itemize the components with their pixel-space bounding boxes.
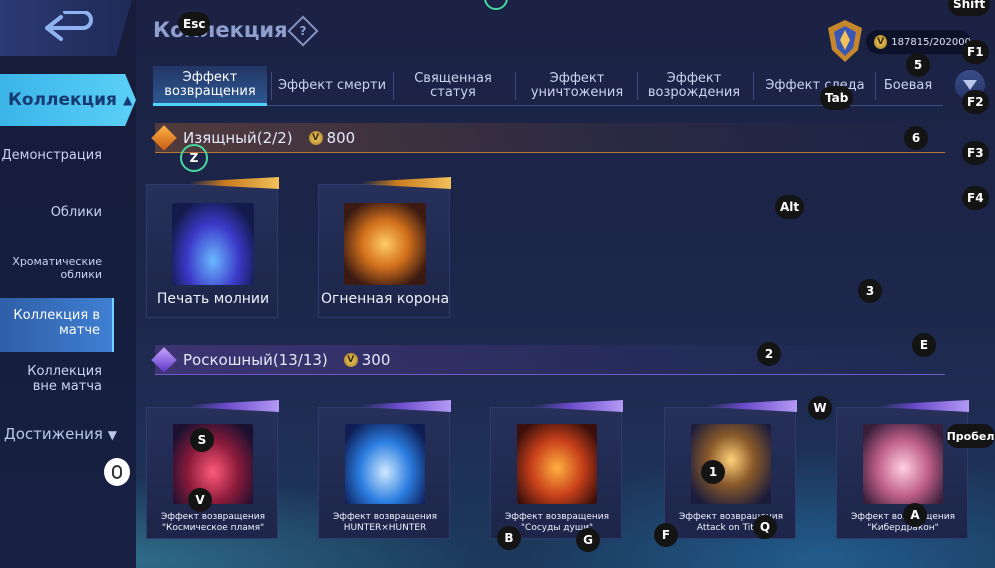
item-card[interactable]: Эффект возвращения Attack on Titan [664,400,797,539]
section-title: Роскошный(13/13) [183,350,328,369]
tab-separator [875,72,876,100]
item-card[interactable]: Печать молнии [146,177,279,318]
key-hint-f: F [654,523,678,547]
sidebar: Коллекция ▲ Демонстрация Облики Хроматич… [0,0,136,568]
hunter-x-hunter-art [345,424,425,504]
sidebar-achievements[interactable]: Достижения ▼ [4,425,117,443]
sidebar-achievements-label: Достижения [4,425,103,443]
key-hint-e: E [912,333,936,357]
rarity-ribbon [707,400,797,412]
chevron-down-icon: ▼ [107,428,117,442]
sidebar-item-out-of-match[interactable]: Коллекция вне матча [0,364,114,394]
key-hint-space: Пробел [946,424,995,448]
key-hint-v: V [188,488,212,512]
item-card[interactable]: Эффект возвращения HUNTER×HUNTER [318,400,451,539]
sidebar-collection-label: Коллекция [8,90,117,110]
section-price-value: 300 [361,350,391,369]
key-hint-b: B [497,526,521,550]
key-hint-s: S [190,428,214,452]
section-elegant-header: Изящный(2/2) V 800 [151,123,945,153]
item-card[interactable]: Эффект возвращения "Космическое пламя" [146,400,279,539]
rarity-ribbon [361,400,451,412]
rarity-ribbon [189,400,279,412]
back-arrow-icon [45,11,93,41]
key-hint-alt: Alt [775,195,805,219]
tab-sacred-statue[interactable]: Священная статуя [395,66,511,106]
key-hint-q: Q [753,515,777,539]
key-hint-f1: F1 [962,40,989,64]
item-card[interactable]: Эффект возвращения "Кибердракон" [836,400,969,539]
item-name: Печать молнии [156,291,270,307]
tab-separator [271,72,272,100]
tab-return-effect[interactable]: Эффект возвращения [153,66,267,106]
item-name: Эффект возвращения Attack on Titan [678,512,784,533]
soul-vessels-art [517,424,597,504]
key-hint-tab: Tab [820,86,854,110]
key-hint-z: Z [180,144,208,172]
key-hint-2: 2 [757,342,781,366]
points-display: V 187815/202000 [866,30,971,54]
key-hint-shift: Shift [948,0,991,16]
item-card[interactable]: Эффект возвращения "Сосуды души" [490,400,623,539]
item-card[interactable]: Огненная корона [318,177,451,318]
key-hint-w: W [808,396,832,420]
key-hint-ring [484,0,508,10]
coin-icon: V [343,352,358,367]
tab-elimination-effect[interactable]: Эффект уничтожения [519,66,635,106]
key-hint-esc: Esc [178,12,211,36]
mouse-icon [104,458,130,486]
page-title: Коллекция [153,18,288,42]
section-price-value: 800 [326,128,356,147]
section-price: V 800 [308,128,356,147]
rarity-ribbon [189,177,279,189]
sidebar-item-skins[interactable]: Облики [0,205,114,220]
sidebar-item-in-match[interactable]: Коллекция в матче [0,298,114,352]
rank-emblem-icon [828,20,862,62]
key-hint-g: G [576,528,600,552]
tab-death-effect[interactable]: Эффект смерти [273,66,391,106]
key-hint-3: 3 [858,279,882,303]
rarity-ribbon [533,400,623,412]
tab-separator [753,72,754,100]
help-icon[interactable]: ? [287,15,319,47]
cyber-dragon-art [863,424,943,504]
key-hint-1: 1 [701,460,725,484]
sidebar-item-chromatic-skins[interactable]: Хроматические облики [0,255,114,281]
item-name: Эффект возвращения HUNTER×HUNTER [332,512,438,533]
filter-icon [963,80,977,90]
purple-gem-icon [151,346,177,373]
help-icon-glyph: ? [299,24,307,38]
key-hint-a: A [903,503,927,527]
tab-separator [637,72,638,100]
coin-icon: V [874,35,888,49]
rarity-ribbon [879,400,969,412]
tab-trail-effect[interactable]: Эффект следа [757,66,873,106]
key-hint-6: 6 [904,126,928,150]
sidebar-collection[interactable]: Коллекция ▲ [0,74,136,126]
lightning-seal-art [172,203,254,285]
points-value: 187815/202000 [891,36,971,48]
key-hint-f3: F3 [962,141,989,165]
orange-gem-icon [151,124,177,151]
chevron-up-icon: ▲ [122,93,133,107]
item-name: Огненная корона [320,291,450,307]
tab-separator [393,72,394,100]
section-title: Изящный(2/2) [183,128,293,147]
tab-revival-effect[interactable]: Эффект возрождения [639,66,749,106]
section-price: V 300 [343,350,391,369]
section-luxury-header: Роскошный(13/13) V 300 [151,345,945,375]
coin-icon: V [308,130,323,145]
key-hint-f2: F2 [962,90,989,114]
key-hint-5: 5 [906,53,930,77]
tab-separator [515,72,516,100]
sidebar-item-demo[interactable]: Демонстрация [0,148,114,163]
rarity-ribbon [361,177,451,189]
key-hint-f4: F4 [962,186,989,210]
item-name: Эффект возвращения "Космическое пламя" [160,512,266,533]
back-button[interactable] [0,0,132,56]
fire-crown-art [344,203,426,285]
